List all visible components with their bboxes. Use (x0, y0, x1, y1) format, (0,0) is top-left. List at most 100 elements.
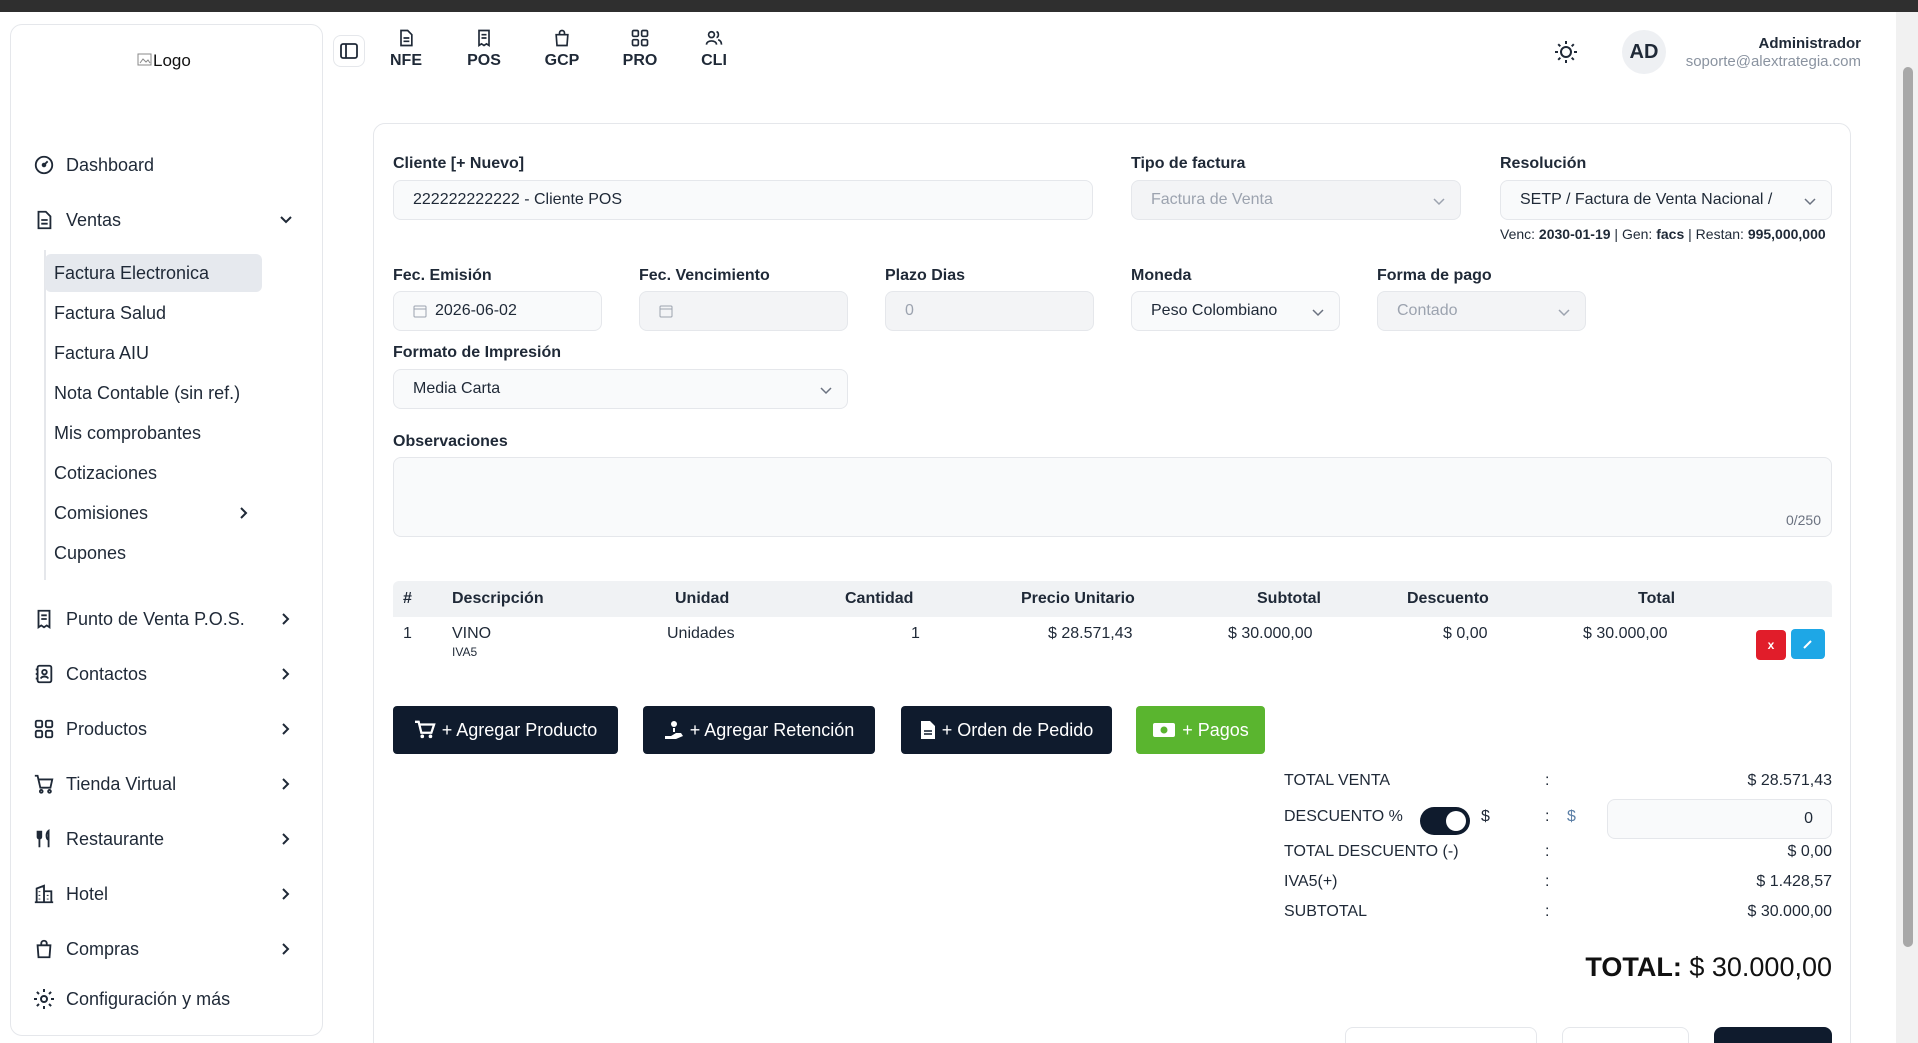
sidebar-item-label: Punto de Venta P.O.S. (66, 608, 245, 629)
forma-pago-value: Contado (1397, 302, 1458, 319)
cell-total: $ 30.000,00 (1583, 625, 1668, 642)
sidebar-sub-cotizaciones[interactable]: Cotizaciones (45, 454, 262, 492)
items-table-header: # Descripción Unidad Cantidad Precio Uni… (393, 581, 1832, 617)
th-num: # (403, 590, 412, 607)
total-venta-value: $ 28.571,43 (1747, 772, 1832, 789)
cliente-label[interactable]: Cliente [+ Nuevo] (393, 155, 524, 173)
module-pos[interactable]: POS (454, 28, 514, 70)
sidebar-item-contactos[interactable]: Contactos (20, 654, 304, 694)
sidebar-item-configuracion[interactable]: Configuración y más (20, 979, 304, 1019)
discount-type-toggle[interactable] (1420, 807, 1470, 835)
sidebar-sub-factura-electronica[interactable]: Factura Electronica (45, 254, 262, 292)
button-label: + Agregar Retención (689, 719, 855, 740)
resolucion-select[interactable]: SETP / Factura de Venta Nacional / (1500, 180, 1832, 220)
grid-icon (32, 717, 56, 741)
sidebar-item-compras[interactable]: Compras (20, 929, 304, 969)
iva-value: $ 1.428,57 (1756, 873, 1832, 890)
cliente-field[interactable]: 222222222222 - Cliente POS (393, 180, 1093, 220)
sub-item-label: Factura AIU (54, 342, 150, 363)
logo: Logo (137, 51, 191, 71)
add-product-button[interactable]: + Agregar Producto (393, 706, 618, 754)
cart-icon (32, 772, 56, 796)
cell-cantidad: 1 (911, 625, 920, 642)
sub-item-label: Cupones (54, 542, 127, 563)
module-label: GCP (544, 52, 580, 69)
sun-icon[interactable] (1552, 38, 1580, 66)
bottom-secondary-button[interactable] (1345, 1027, 1537, 1043)
shopping-bag-icon (32, 937, 56, 961)
sidebar-item-label: Hotel (66, 883, 109, 904)
total-descuento-label: TOTAL DESCUENTO (-) (1284, 843, 1459, 860)
chevron-right-icon (240, 507, 248, 519)
calendar-icon (659, 305, 673, 318)
sidebar-sub-cupones[interactable]: Cupones (45, 534, 262, 572)
grid-icon (631, 29, 649, 47)
hand-coin-icon (664, 721, 683, 739)
sidebar-item-restaurante[interactable]: Restaurante (20, 819, 304, 859)
sidebar-toggle-button[interactable] (333, 35, 365, 67)
avatar[interactable]: AD (1622, 30, 1666, 74)
chevron-right-icon (282, 833, 290, 845)
plazo-field[interactable]: 0 (885, 291, 1094, 331)
sidebar-sub-factura-salud[interactable]: Factura Salud (45, 294, 262, 332)
cliente-value: 222222222222 - Cliente POS (413, 191, 623, 208)
sidebar-sub-nota-contable[interactable]: Nota Contable (sin ref.) (45, 374, 262, 412)
cell-precio: $ 28.571,43 (1048, 625, 1133, 642)
venc-value: 2030-01-19 (1538, 226, 1611, 242)
th-total: Total (1638, 590, 1676, 607)
module-gcp[interactable]: GCP (532, 28, 592, 70)
sidebar-item-hotel[interactable]: Hotel (20, 874, 304, 914)
sidebar-item-productos[interactable]: Productos (20, 709, 304, 749)
grand-total-label: TOTAL: (1585, 952, 1682, 982)
formato-select[interactable]: Media Carta (393, 369, 848, 409)
payments-button[interactable]: + Pagos (1136, 706, 1265, 754)
cell-unidad: Unidades (667, 625, 735, 642)
moneda-select[interactable]: Peso Colombiano (1131, 291, 1340, 331)
receipt-icon (478, 29, 490, 48)
sub-item-label: Cotizaciones (54, 462, 158, 483)
discount-input[interactable]: 0 (1607, 799, 1832, 839)
sidebar-sub-mis-comprobantes[interactable]: Mis comprobantes (45, 414, 262, 452)
utensils-icon (32, 827, 56, 851)
delete-row-button[interactable]: x (1756, 630, 1786, 660)
module-pro[interactable]: PRO (610, 28, 670, 70)
sidebar-item-pos[interactable]: Punto de Venta P.O.S. (20, 599, 304, 639)
sidebar-sub-comisiones[interactable]: Comisiones (45, 494, 262, 532)
add-retention-button[interactable]: + Agregar Retención (643, 706, 875, 754)
order-button[interactable]: + Orden de Pedido (901, 706, 1112, 754)
cell-tax: IVA5 (452, 645, 478, 659)
emision-date-field[interactable]: 2026-06-02 (393, 291, 602, 331)
edit-row-button[interactable] (1791, 629, 1825, 659)
broken-image-icon (137, 53, 152, 66)
forma-pago-label: Forma de pago (1377, 267, 1492, 284)
chevron-right-icon (282, 943, 290, 955)
observaciones-textarea[interactable]: 0/250 (393, 457, 1832, 537)
formato-value: Media Carta (413, 380, 501, 397)
module-cli[interactable]: CLI (684, 28, 744, 70)
module-label: PRO (622, 52, 658, 69)
vencimiento-date-field[interactable] (639, 291, 848, 331)
sidebar-item-ventas[interactable]: Ventas (20, 200, 304, 240)
grand-total-value: $ 30.000,00 (1689, 952, 1832, 982)
module-nfe[interactable]: NFE (376, 28, 436, 70)
bottom-tertiary-button[interactable] (1562, 1027, 1689, 1043)
sidebar-item-tienda-virtual[interactable]: Tienda Virtual (20, 764, 304, 804)
sidebar-sub-factura-aiu[interactable]: Factura AIU (45, 334, 262, 372)
button-label: + Agregar Producto (441, 719, 598, 740)
chevron-down-icon[interactable] (276, 210, 296, 230)
scrollbar-track[interactable] (1896, 12, 1918, 1043)
forma-pago-select[interactable]: Contado (1377, 291, 1586, 331)
resolucion-info: Venc: 2030-01-19 | Gen: facs | Restan: 9… (1500, 226, 1826, 242)
venc-label: Venc: (1500, 226, 1536, 242)
sidebar-item-label: Dashboard (66, 154, 155, 175)
bottom-primary-button[interactable] (1714, 1027, 1832, 1043)
sidebar-item-dashboard[interactable]: Dashboard (20, 145, 304, 185)
money-icon (1153, 723, 1176, 737)
module-label: NFE (390, 52, 422, 69)
tipo-factura-select[interactable]: Factura de Venta (1131, 180, 1461, 220)
document-icon (32, 208, 56, 232)
button-label: + Pagos (1182, 719, 1249, 740)
scrollbar-thumb[interactable] (1903, 67, 1913, 947)
colon: : (1545, 843, 1550, 860)
formato-label: Formato de Impresión (393, 344, 562, 361)
